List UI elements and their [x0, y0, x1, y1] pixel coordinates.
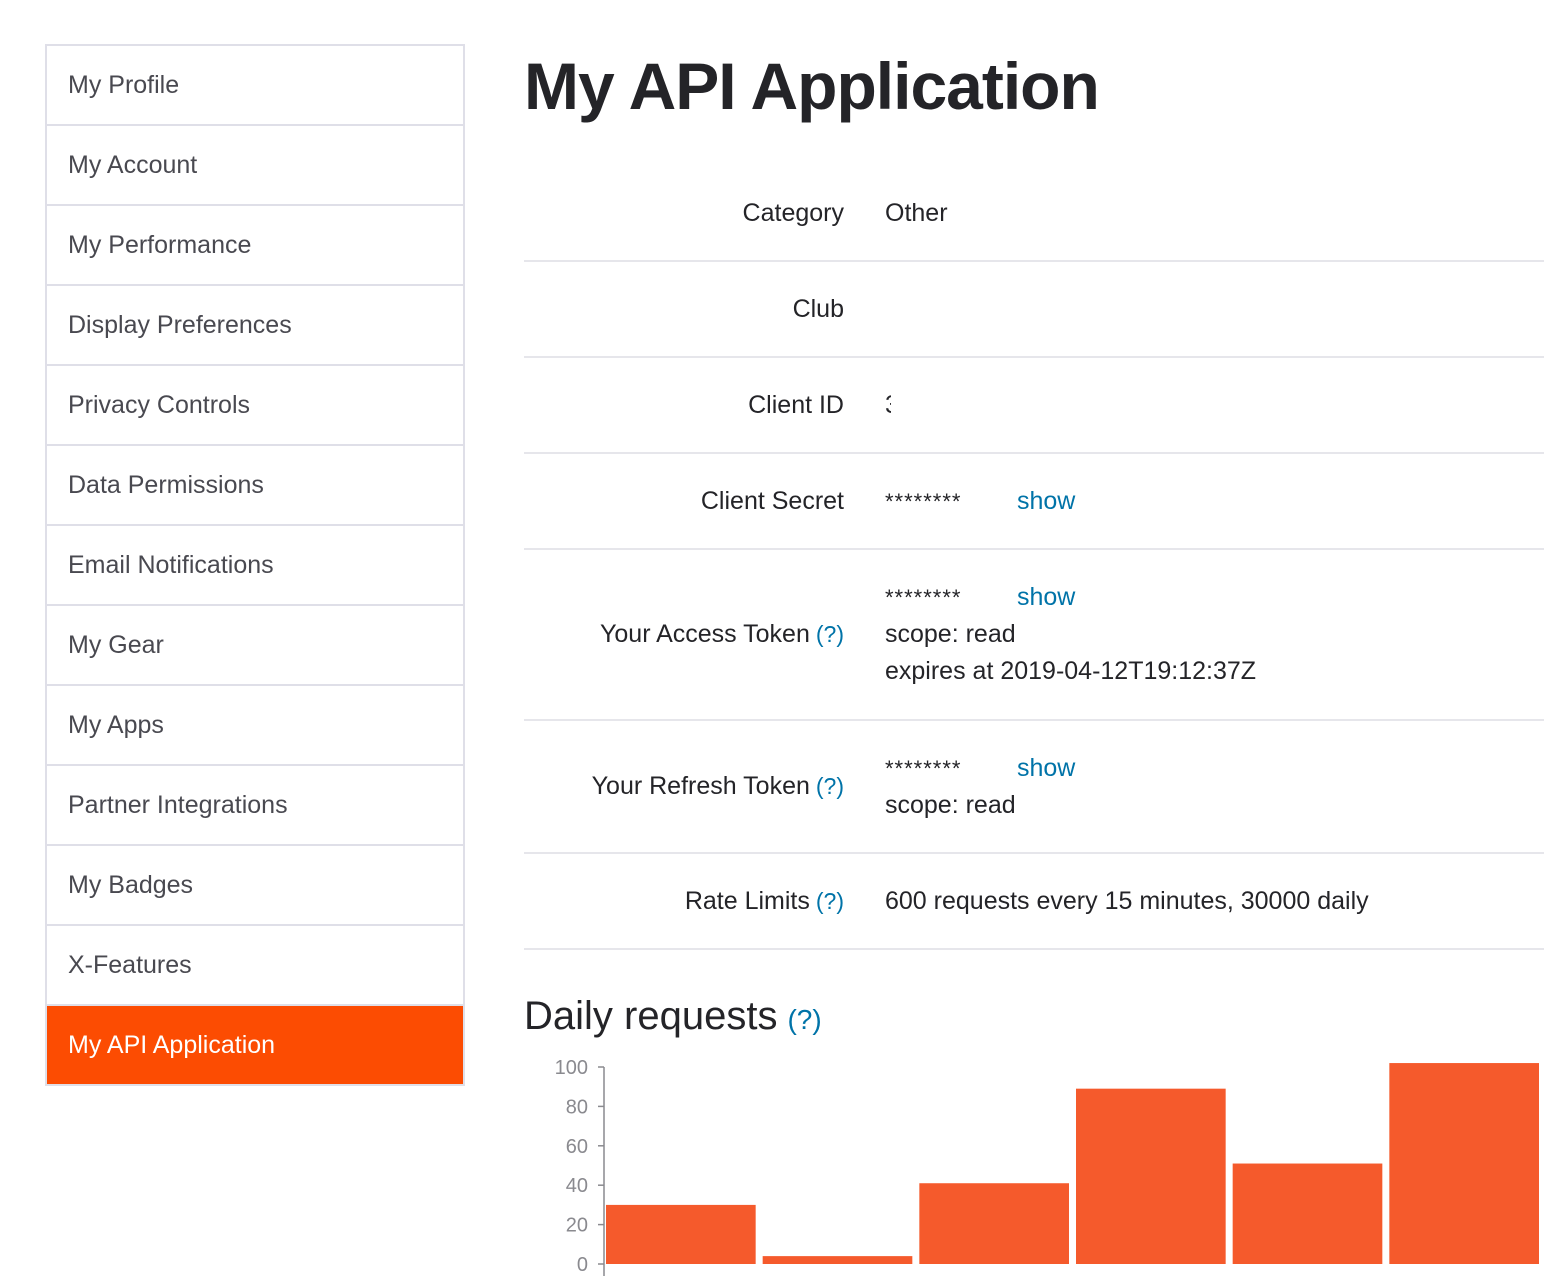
sidebar-item-my-api-application[interactable]: My API Application	[47, 1006, 463, 1084]
client-id-label: Client ID	[748, 390, 844, 419]
refresh-token-value: ******** show scope: read	[844, 750, 1075, 824]
rate-limits-label-text: Rate Limits	[684, 886, 810, 915]
app-details-table: Category Other Club Client ID 3 Client S…	[524, 166, 1544, 950]
y-tick-label: 100	[555, 1057, 588, 1079]
refresh-token-help-link[interactable]: (?)	[816, 773, 844, 799]
settings-sidebar: My Profile My Account My Performance Dis…	[45, 44, 465, 1086]
refresh-token-label-text: Your Refresh Token	[591, 772, 810, 800]
sidebar-item-privacy-controls[interactable]: Privacy Controls	[47, 366, 463, 446]
access-token-label: Your Access Token (?)	[524, 620, 844, 649]
sidebar-item-my-apps[interactable]: My Apps	[47, 686, 463, 766]
detail-row-access-token: Your Access Token (?) ******** show scope:…	[524, 550, 1544, 721]
daily-requests-chart: 0 20 40 60 80 100	[555, 1057, 1539, 1276]
detail-row-category: Category Other	[524, 166, 1544, 262]
daily-requests-help-link[interactable]: (?)	[787, 1004, 821, 1035]
sidebar-item-my-badges[interactable]: My Badges	[47, 846, 463, 926]
category-value: Other	[885, 198, 948, 227]
sidebar-item-x-features[interactable]: X-Features	[47, 926, 463, 1006]
daily-requests-bar[interactable]	[762, 1256, 913, 1264]
daily-requests-bar[interactable]	[606, 1204, 756, 1264]
sidebar-item-data-permissions[interactable]: Data Permissions	[47, 446, 463, 526]
rate-limits-value: 600 requests every 15 minutes, 30000 dai…	[885, 886, 1369, 915]
daily-requests-bar[interactable]	[1232, 1163, 1383, 1264]
sidebar-item-partner-integrations[interactable]: Partner Integrations	[47, 766, 463, 846]
y-tick-label: 20	[566, 1215, 588, 1237]
sidebar-item-my-profile[interactable]: My Profile	[47, 46, 463, 126]
refresh-token-show-link[interactable]: show	[1017, 754, 1075, 782]
sidebar-item-my-gear[interactable]: My Gear	[47, 606, 463, 686]
daily-requests-bar[interactable]	[1076, 1088, 1226, 1264]
client-secret-show-link[interactable]: show	[1017, 487, 1075, 515]
sidebar-item-my-performance[interactable]: My Performance	[47, 206, 463, 286]
access-token-label-text: Your Access Token	[600, 620, 810, 648]
access-token-mask-line: ******** show	[885, 579, 1256, 616]
sidebar-item-email-notifications[interactable]: Email Notifications	[47, 526, 463, 606]
access-token-scope: scope: read	[885, 620, 1016, 648]
client-id-value: 3	[844, 387, 891, 424]
detail-row-refresh-token: Your Refresh Token (?) ******** show scope…	[524, 721, 1544, 854]
refresh-token-label: Your Refresh Token (?)	[524, 772, 844, 801]
client-secret-value: ******** show	[844, 483, 1075, 520]
client-secret-label: Client Secret	[700, 486, 844, 515]
sidebar-item-display-preferences[interactable]: Display Preferences	[47, 286, 463, 366]
access-token-expires: expires at 2019-04-12T19:12:37Z	[885, 657, 1257, 685]
daily-requests-title: Daily requests	[524, 994, 778, 1038]
access-token-masked: ********	[885, 585, 962, 610]
refresh-token-masked: ********	[885, 755, 962, 781]
sidebar-item-my-account[interactable]: My Account	[47, 126, 463, 206]
client-id-text: 3	[885, 387, 891, 424]
y-tick-label: 60	[566, 1136, 588, 1158]
access-token-show-link[interactable]: show	[1017, 583, 1075, 611]
detail-row-rate-limits: Rate Limits (?) 600 requests every 15 min…	[524, 854, 1544, 950]
club-label: Club	[792, 294, 844, 323]
client-secret-masked: ********	[885, 488, 962, 514]
daily-requests-bar[interactable]	[1389, 1063, 1539, 1264]
refresh-token-scope: scope: read	[885, 790, 1016, 819]
y-tick-label: 40	[566, 1175, 588, 1197]
daily-requests-heading: Daily requests (?)	[524, 994, 822, 1039]
rate-limits-label: Rate Limits (?)	[524, 887, 844, 916]
refresh-token-mask-line: ******** show	[885, 750, 1075, 787]
y-tick-label: 80	[566, 1096, 588, 1118]
category-label: Category	[742, 198, 844, 227]
detail-row-client-id: Client ID 3	[524, 358, 1544, 454]
page-title: My API Application	[524, 49, 1100, 123]
y-tick-label: 0	[577, 1254, 588, 1276]
detail-row-client-secret: Client Secret ******** show	[524, 454, 1544, 550]
rate-limits-help-link[interactable]: (?)	[816, 888, 844, 914]
access-token-help-link[interactable]: (?)	[816, 621, 844, 647]
detail-row-club: Club	[524, 262, 1544, 358]
access-token-value: ******** show scope: read expires at 2019…	[844, 579, 1256, 690]
daily-requests-bar[interactable]	[919, 1183, 1069, 1264]
